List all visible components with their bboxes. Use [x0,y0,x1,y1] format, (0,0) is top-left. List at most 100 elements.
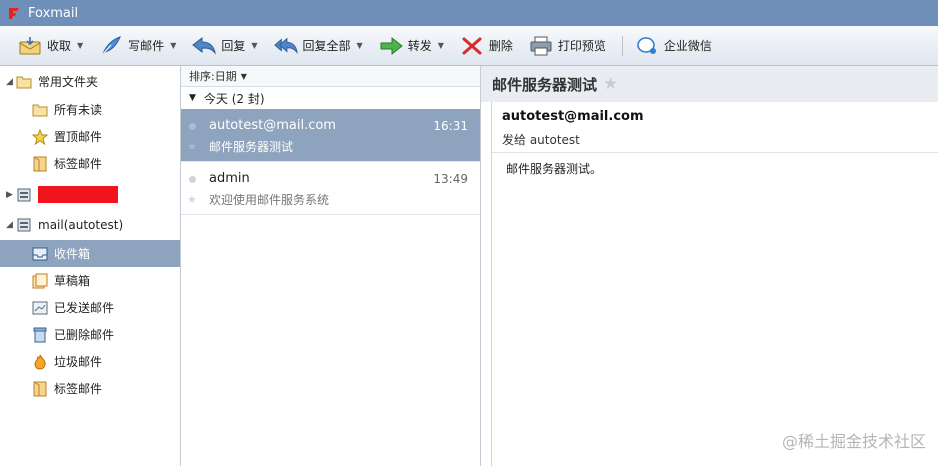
feather-pen-icon [99,35,123,57]
folder-label: 收件箱 [54,247,91,261]
reply-button[interactable]: 回复 ▼ [186,31,263,61]
folder-item-junk[interactable]: 垃圾邮件 [0,348,180,375]
sort-dropdown[interactable]: 排序:日期 ▼ [181,66,480,87]
chevron-down-icon[interactable]: ▼ [170,41,176,50]
folder-label: 草稿箱 [54,274,91,288]
folder-item-tagged[interactable]: 标签邮件 [0,150,180,177]
tag-bookmark-icon [32,381,48,397]
chevron-down-icon[interactable]: ▼ [77,41,83,50]
chevron-down-icon[interactable]: ▼ [241,72,247,81]
message-row[interactable]: ★ admin 13:49 欢迎使用邮件服务系统 [181,162,480,215]
reader-header: 邮件服务器测试 ★ [481,66,938,102]
reader-sender[interactable]: autotest@mail.com [502,109,644,124]
date-group-header[interactable]: ▼ 今天 (2 封) [181,87,480,109]
redacted-account-name [38,186,118,203]
folder-item-tagged-account[interactable]: 标签邮件 [0,375,180,402]
group-label: 今天 (2 封) [203,91,265,106]
account-icon [16,187,32,203]
folder-label: 标签邮件 [54,157,103,171]
delete-x-icon [460,35,484,57]
account-redacted[interactable]: ▶ [0,181,180,208]
folder-item-pinned[interactable]: 置顶邮件 [0,123,180,150]
print-preview-label: 打印预览 [557,39,606,53]
account-label: mail(autotest) [38,217,124,232]
folder-item-drafts[interactable]: 草稿箱 [0,267,180,294]
chevron-down-icon[interactable]: ▼ [357,41,363,50]
toolbar: 收取 ▼ 写邮件 ▼ 回复 ▼ 回复全部 ▼ 转发 ▼ 删除 打印预览 企业微信 [0,26,938,66]
foxmail-logo-icon [6,5,22,21]
message-row[interactable]: ★ autotest@mail.com 16:31 邮件服务器测试 [181,109,480,162]
folder-icon [16,74,32,90]
folder-item-all-unread[interactable]: 所有未读 [0,96,180,123]
delete-label: 删除 [488,39,513,53]
message-subject: 邮件服务器测试 [209,140,294,154]
folder-label: 已删除邮件 [54,328,115,342]
read-status-dot-icon[interactable] [189,176,196,183]
collapse-triangle-icon[interactable]: ◢ [6,220,16,230]
flame-icon [32,354,48,370]
star-icon[interactable]: ★ [187,193,197,206]
expand-triangle-icon[interactable]: ▶ [6,190,16,200]
wecom-button[interactable]: 企业微信 [629,31,718,61]
print-preview-button[interactable]: 打印预览 [523,31,612,61]
read-status-dot-icon[interactable] [189,123,196,130]
folder-icon [32,102,48,118]
star-icon [32,128,48,145]
title-bar: Foxmail [0,0,938,26]
folder-label: 常用文件夹 [38,75,99,89]
message-from: autotest@mail.com [209,118,336,133]
folder-pane: ◢ 常用文件夹 所有未读 置顶邮件 标签邮件 ▶ ◢ mail(autotest… [0,66,181,466]
folder-label: 所有未读 [54,103,103,117]
folder-item-sent[interactable]: 已发送邮件 [0,294,180,321]
star-icon[interactable]: ★ [187,140,197,153]
compose-label: 写邮件 [128,39,165,53]
reader-content: autotest@mail.com 发给 autotest 邮件服务器测试。 [491,102,938,466]
reply-arrow-icon [192,35,217,57]
watermark: @稀土掘金技术社区 [781,432,926,451]
folder-label: 垃圾邮件 [54,355,103,369]
folder-group-favorites[interactable]: ◢ 常用文件夹 [0,68,180,95]
app-title: Foxmail [28,5,79,21]
star-icon[interactable]: ★ [603,74,618,94]
folder-item-inbox[interactable]: 收件箱 [0,240,180,267]
account-mail-autotest[interactable]: ◢ mail(autotest) [0,211,180,238]
reply-all-button[interactable]: 回复全部 ▼ [268,31,369,61]
header-divider [492,152,938,153]
reading-pane: 邮件服务器测试 ★ autotest@mail.com 发给 autotest … [481,66,938,466]
reply-label: 回复 [221,39,246,53]
wecom-chat-icon [635,35,659,57]
folder-label: 标签邮件 [54,382,103,396]
message-list: 排序:日期 ▼ ▼ 今天 (2 封) ★ autotest@mail.com 1… [181,66,481,466]
forward-label: 转发 [407,39,432,53]
drafts-icon [32,273,48,289]
sent-icon [32,300,48,316]
forward-button[interactable]: 转发 ▼ [373,31,450,61]
folder-item-deleted[interactable]: 已删除邮件 [0,321,180,348]
reader-recipient: 发给 autotest [502,133,580,147]
chevron-down-icon[interactable]: ▼ [251,41,257,50]
tag-bookmark-icon [32,156,48,172]
chevron-down-icon[interactable]: ▼ [438,41,444,50]
message-subject: 欢迎使用邮件服务系统 [209,193,330,207]
reply-all-label: 回复全部 [302,39,351,53]
toolbar-divider [621,35,623,56]
folder-label: 置顶邮件 [54,130,103,144]
collapse-triangle-icon[interactable]: ▼ [189,93,196,103]
receive-mail-icon [18,35,42,57]
folder-label: 已发送邮件 [54,301,115,315]
message-from: admin [209,171,250,186]
reply-all-arrow-icon [273,35,298,57]
receive-button[interactable]: 收取 ▼ [12,31,89,61]
account-icon [16,217,32,233]
reader-subject: 邮件服务器测试 [492,75,598,94]
message-time: 13:49 [433,172,468,186]
sort-label: 排序:日期 [189,70,237,83]
trash-can-icon [32,327,48,343]
compose-button[interactable]: 写邮件 ▼ [93,31,182,61]
delete-button[interactable]: 删除 [454,31,519,61]
collapse-triangle-icon[interactable]: ◢ [6,77,16,87]
wecom-label: 企业微信 [663,39,712,53]
inbox-icon [32,246,48,262]
receive-label: 收取 [47,39,72,53]
message-time: 16:31 [433,119,468,133]
